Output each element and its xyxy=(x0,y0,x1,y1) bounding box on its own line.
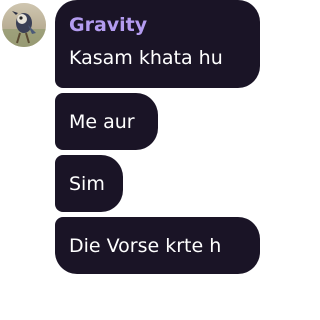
message-text: Me aur xyxy=(69,110,135,133)
message-text: Die Vorse krte h xyxy=(69,234,222,257)
message-bubble[interactable]: Die Vorse krte h xyxy=(55,217,260,274)
message-bubble[interactable]: Me aur xyxy=(55,93,158,150)
avatar[interactable] xyxy=(2,3,46,47)
sender-name[interactable]: Gravity xyxy=(69,13,147,37)
chat-message-group: Gravity Kasam khata hu Me aur Sim Die Vo… xyxy=(0,0,260,320)
message-bubble[interactable]: Gravity Kasam khata hu xyxy=(55,0,260,88)
avatar-image xyxy=(2,3,46,47)
message-bubble[interactable]: Sim xyxy=(55,155,123,212)
message-text: Kasam khata hu xyxy=(69,47,223,69)
message-text: Sim xyxy=(69,172,105,195)
